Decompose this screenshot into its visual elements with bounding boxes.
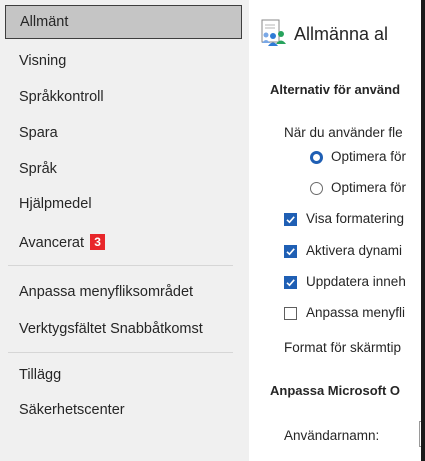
sidebar-item-label: Tillägg [19,367,62,383]
optimize-appearance-label: Optimera för [331,149,407,164]
sidebar-item-snabbatkomst[interactable]: Verktygsfältet Snabbåtkomst [8,320,240,338]
window-edge [421,0,425,461]
customize-ribbon-label: Anpassa menyfli [306,305,406,320]
sidebar-item-label: Visning [19,53,67,69]
sidebar-item-label: Spara [19,125,58,141]
sidebar-item-avancerat[interactable]: Avancerat 3 [8,234,240,252]
sidebar-divider [8,352,233,353]
section-title-user-interface: Alternativ för använd [270,82,401,97]
sidebar-divider [8,265,233,266]
screentip-format-label: Format för skärmtip [284,340,402,355]
optimize-compatibility-radio[interactable] [310,182,323,195]
sidebar-item-label: Anpassa menyfliksområdet [19,284,194,300]
optimize-appearance-radio[interactable] [310,151,323,164]
sidebar-item-label: Verktygsfältet Snabbåtkomst [19,321,203,337]
sidebar-item-sprak[interactable]: Språk [8,160,240,178]
page-title: Allmänna al [294,24,389,44]
sidebar-item-tillagg[interactable]: Tillägg [8,366,240,384]
enable-dynamic-checkbox[interactable] [284,245,297,258]
step-badge: 3 [90,234,106,250]
options-content: Allmänna al Alternativ för använd När du… [249,0,425,461]
sidebar-item-hjalpmedel[interactable]: Hjälpmedel [8,195,240,213]
sidebar-item-label: Språkkontroll [19,89,104,105]
show-formatting-label: Visa formatering [306,211,405,226]
username-label: Användarnamn: [284,428,380,443]
optimize-compatibility-label: Optimera för [331,180,407,195]
sidebar-item-allmant[interactable]: Allmänt [5,5,242,39]
sidebar-item-sprakkontroll[interactable]: Språkkontroll [8,88,240,106]
options-sidebar: Allmänt Visning Språkkontroll Spara Språ… [0,0,249,461]
general-options-icon [260,19,288,47]
sidebar-item-label: Allmänt [20,14,69,30]
update-content-checkbox[interactable] [284,276,297,289]
update-content-label: Uppdatera inneh [306,274,406,289]
sidebar-item-anpassa-menyfliksomradet[interactable]: Anpassa menyfliksområdet [8,283,240,301]
enable-dynamic-label: Aktivera dynami [306,243,403,258]
sidebar-item-sakerhetscenter[interactable]: Säkerhetscenter [8,401,240,419]
sidebar-item-label: Hjälpmedel [19,196,92,212]
sidebar-item-visning[interactable]: Visning [8,52,240,70]
multi-display-label: När du använder fle [284,125,403,140]
sidebar-item-label: Säkerhetscenter [19,402,125,418]
customize-ribbon-checkbox[interactable] [284,307,297,320]
sidebar-item-spara[interactable]: Spara [8,124,240,142]
section-title-personalize: Anpassa Microsoft O [270,383,401,398]
show-formatting-checkbox[interactable] [284,213,297,226]
sidebar-item-label: Språk [19,161,57,177]
sidebar-item-label: Avancerat [19,235,85,251]
